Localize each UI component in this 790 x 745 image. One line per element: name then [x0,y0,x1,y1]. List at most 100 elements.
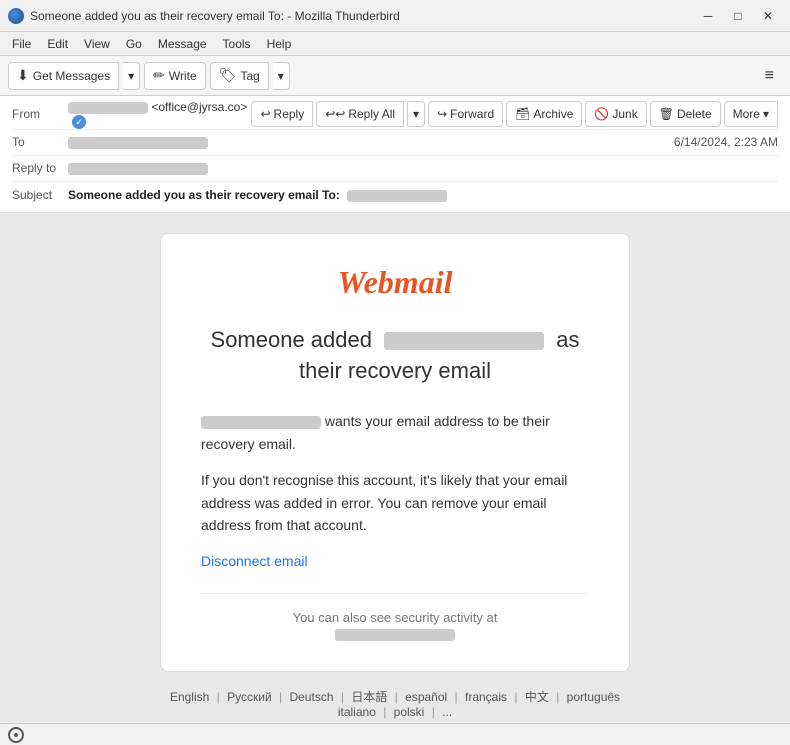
lang-english[interactable]: English [170,690,209,704]
close-button[interactable]: ✕ [754,6,782,26]
trash-icon: 🗑 [659,107,674,121]
delete-label: Delete [677,107,712,121]
junk-label: Junk [612,107,637,121]
tag-button[interactable]: 🏷 Tag [210,62,269,90]
lang-italian[interactable]: italiano [338,705,376,719]
reply-button[interactable]: ↩ Reply [251,101,313,127]
delete-button[interactable]: 🗑 Delete [650,101,721,127]
junk-icon: 🚫 [594,107,609,121]
verify-icon: ✓ [72,115,86,129]
lang-chinese[interactable]: 中文 [525,690,549,704]
reply-arrow-icon: ↩ [260,107,270,121]
menu-help[interactable]: Help [259,35,300,53]
reply-all-button[interactable]: ↩↩ Reply All [316,101,404,127]
subject-row: Subject Someone added you as their recov… [12,182,778,208]
reply-to-value [68,161,778,175]
menu-message[interactable]: Message [150,35,215,53]
webmail-logo-text: Webmail [338,264,453,300]
tag-icon: 🏷 [219,67,237,84]
reply-all-label: Reply All [348,107,395,121]
get-messages-button[interactable]: ⬇ Get Messages [8,62,119,90]
menu-bar: File Edit View Go Message Tools Help [0,32,790,56]
from-email: <office@jyrsa.co> [151,100,247,114]
disconnect-paragraph: Disconnect email [201,550,589,572]
title-part2: as [556,327,579,352]
maximize-button[interactable]: □ [724,6,752,26]
to-row: To 6/14/2024, 2:23 AM [12,130,778,156]
subject-blurred [347,190,447,202]
from-name-blurred [68,102,148,114]
lang-polish[interactable]: polski [394,705,425,719]
window-controls: ─ □ ✕ [694,6,782,26]
reply-to-blurred [68,163,208,175]
webmail-logo: Webmail [201,264,589,301]
reply-to-label: Reply to [12,161,68,175]
menu-edit[interactable]: Edit [39,35,76,53]
get-messages-dropdown[interactable]: ▾ [123,62,140,90]
tag-label: Tag [240,69,259,83]
menu-view[interactable]: View [76,35,118,53]
to-value [68,135,674,149]
title-bar: Someone added you as their recovery emai… [0,0,790,32]
from-label: From [12,107,68,121]
to-blurred [68,137,208,149]
reply-all-dropdown[interactable]: ▾ [407,101,425,127]
language-bar: English | Русский | Deutsch | 日本語 | espa… [20,672,770,722]
from-value: <office@jyrsa.co> ✓ [68,100,251,129]
archive-label: Archive [533,107,573,121]
menu-go[interactable]: Go [118,35,150,53]
reply-all-arrow-icon: ↩↩ [325,107,345,121]
body-paragraph-1: wants your email address to be their rec… [201,410,589,455]
email-header: From <office@jyrsa.co> ✓ ↩ Reply ↩↩ Repl… [0,96,790,213]
reply-to-row: Reply to [12,156,778,182]
thunderbird-icon [8,8,24,24]
write-label: Write [169,69,197,83]
main-toolbar: ⬇ Get Messages ▾ ✏ Write 🏷 Tag ▾ ≡ [0,56,790,96]
radio-icon [8,727,24,743]
more-label: More [733,107,760,121]
more-button[interactable]: More ▾ [724,101,778,127]
lang-french[interactable]: français [465,690,507,704]
junk-button[interactable]: 🚫 Junk [585,101,646,127]
more-chevron-icon: ▾ [763,107,769,121]
to-label: To [12,135,68,149]
download-icon: ⬇ [17,67,29,84]
hamburger-menu[interactable]: ≡ [757,63,782,89]
lang-portuguese[interactable]: português [567,690,620,704]
email-card: Webmail Someone added as their recovery … [160,233,630,673]
lang-more[interactable]: ... [442,705,452,719]
write-button[interactable]: ✏ Write [144,62,206,90]
pencil-icon: ✏ [153,67,165,84]
email-date: 6/14/2024, 2:23 AM [674,135,778,149]
menu-tools[interactable]: Tools [215,35,259,53]
status-bar [0,723,790,745]
lang-japanese[interactable]: 日本語 [351,690,387,704]
reply-label: Reply [274,107,305,121]
title-part3: their recovery email [299,358,491,383]
title-email-blurred [384,332,544,350]
menu-file[interactable]: File [4,35,39,53]
sender-blurred [201,416,321,429]
forward-icon: ↪ [437,107,447,121]
disconnect-link[interactable]: Disconnect email [201,553,308,569]
archive-button[interactable]: 🗃 Archive [506,101,582,127]
lang-russian[interactable]: Русский [227,690,272,704]
email-body: PHISH Webmail Someone added as their rec… [0,213,790,722]
email-card-title: Someone added as their recovery email [201,325,589,387]
title-part1: Someone added [211,327,372,352]
security-activity-text: You can also see security activity at [201,610,589,625]
forward-label: Forward [450,107,494,121]
body-paragraph-2: If you don't recognise this account, it'… [201,469,589,536]
archive-icon: 🗃 [515,107,530,121]
subject-label: Subject [12,188,68,202]
minimize-button[interactable]: ─ [694,6,722,26]
email-card-body: wants your email address to be their rec… [201,410,589,572]
get-messages-label: Get Messages [33,69,110,83]
subject-value: Someone added you as their recovery emai… [68,188,778,202]
tag-dropdown[interactable]: ▾ [273,62,290,90]
lang-german[interactable]: Deutsch [289,690,333,704]
forward-button[interactable]: ↪ Forward [428,101,503,127]
window-title: Someone added you as their recovery emai… [30,9,694,23]
security-link-blurred [335,629,455,641]
lang-spanish[interactable]: español [405,690,447,704]
